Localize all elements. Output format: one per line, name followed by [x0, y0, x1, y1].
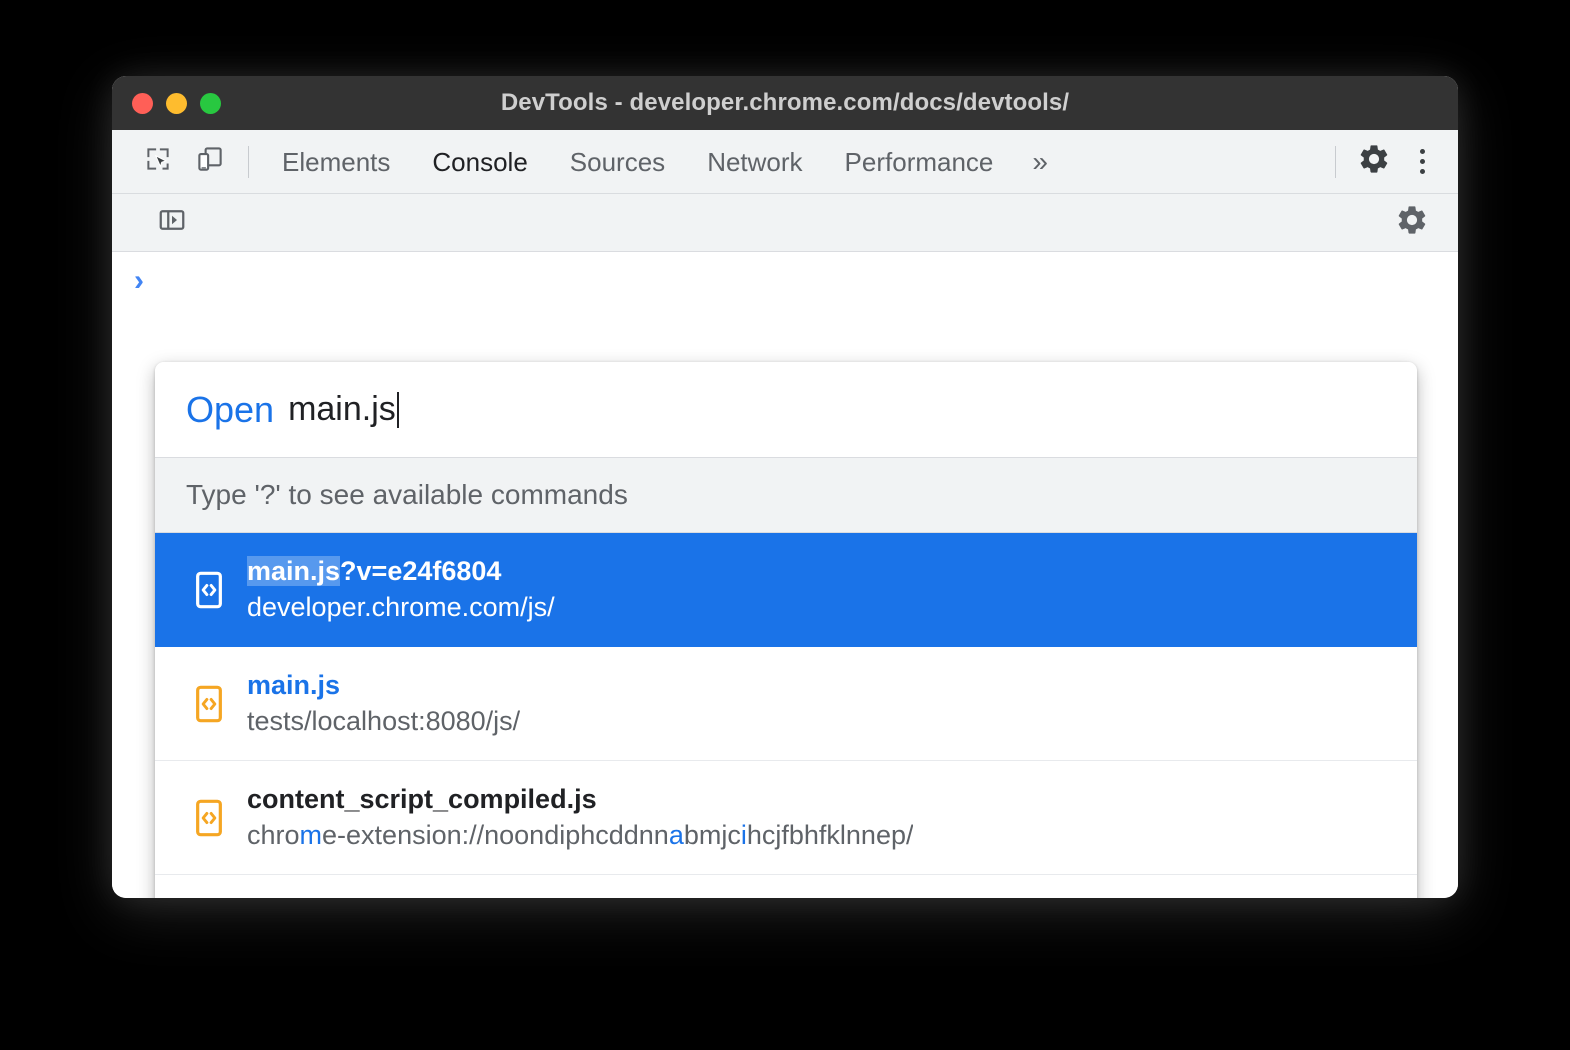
command-menu-results: main.js?v=e24f6804developer.chrome.com/j…: [155, 533, 1417, 898]
console-toolbar-left: [112, 197, 198, 249]
minimize-button[interactable]: [166, 93, 187, 114]
console-sidebar-toggle-button[interactable]: [146, 197, 198, 249]
gear-icon: [1395, 203, 1429, 242]
result-text-block: content_script_compiled.jschrome-extensi…: [247, 783, 913, 853]
devtools-window: DevTools - developer.chrome.com/docs/dev…: [112, 76, 1458, 898]
tab-elements[interactable]: Elements: [261, 130, 411, 194]
inspect-element-button[interactable]: [132, 136, 184, 188]
match-highlight: m: [300, 820, 323, 850]
inspect-element-icon: [143, 144, 173, 179]
console-sidebar-toggle-icon: [157, 205, 187, 240]
maximize-button[interactable]: [200, 93, 221, 114]
result-title: main.js?v=e24f6804: [247, 555, 555, 589]
window-titlebar: DevTools - developer.chrome.com/docs/dev…: [112, 76, 1458, 130]
tab-sources[interactable]: Sources: [549, 130, 686, 194]
result-text-block: main.jstests/localhost:8080/js/: [247, 669, 520, 739]
close-button[interactable]: [132, 93, 153, 114]
more-options-icon-dot2: [1420, 159, 1425, 164]
more-options-button[interactable]: [1400, 140, 1444, 184]
more-options-icon-dot3: [1420, 169, 1425, 174]
gear-icon: [1357, 142, 1391, 181]
command-menu-dialog: Open main.js Type '?' to see available c…: [155, 362, 1417, 898]
tab-performance[interactable]: Performance: [824, 130, 1015, 194]
command-menu-prefix: Open: [186, 389, 274, 431]
more-tabs-button[interactable]: »: [1014, 146, 1066, 178]
tabbar-right-actions: [1323, 130, 1458, 194]
console-toolbar-right: [1366, 197, 1458, 249]
devtools-settings-button[interactable]: [1348, 136, 1400, 188]
js-file-icon: [187, 684, 231, 724]
command-menu-query[interactable]: main.js: [288, 390, 396, 429]
command-menu-input-row[interactable]: Open main.js: [155, 362, 1417, 457]
match-highlight: main.js: [247, 556, 340, 586]
console-toolbar: [112, 194, 1458, 252]
screen: DevTools - developer.chrome.com/docs/dev…: [0, 0, 1570, 1050]
devtools-tabbar: Elements Console Sources Network Perform…: [112, 130, 1458, 194]
js-file-icon: [187, 570, 231, 610]
text-cursor: [397, 392, 399, 428]
match-highlight: a: [669, 820, 684, 850]
toolbar-divider: [248, 146, 249, 178]
result-subtitle: tests/localhost:8080/js/: [247, 705, 520, 739]
console-body[interactable]: › Open main.js Type '?' to see available…: [112, 252, 1458, 898]
result-title: main.js: [247, 669, 520, 703]
command-menu-hint: Type '?' to see available commands: [155, 457, 1417, 533]
result-title: content_script_compiled.js: [247, 783, 913, 817]
command-menu-result-row[interactable]: content_script_compiled.jschrome-extensi…: [155, 761, 1417, 875]
traffic-lights: [132, 76, 221, 130]
js-file-icon: [187, 798, 231, 838]
window-title: DevTools - developer.chrome.com/docs/dev…: [112, 89, 1458, 117]
command-menu-result-row[interactable]: ga-audiences?t=sr&aip=1&_r=4&slf_rd=1&v=…: [155, 875, 1417, 898]
tab-console[interactable]: Console: [411, 130, 548, 194]
result-title: ga-audiences?t=sr&aip=1&_r=4&slf_rd=1&v=…: [247, 897, 1289, 898]
result-text-block: ga-audiences?t=sr&aip=1&_r=4&slf_rd=1&v=…: [247, 897, 1289, 898]
result-subtitle: chrome-extension://noondiphcddnnabmjcihc…: [247, 819, 913, 853]
device-toolbar-button[interactable]: [184, 136, 236, 188]
console-settings-button[interactable]: [1386, 197, 1438, 249]
result-subtitle: developer.chrome.com/js/: [247, 591, 555, 625]
console-prompt-row[interactable]: ›: [112, 252, 1458, 296]
match-highlight: i: [741, 820, 747, 850]
command-menu-result-row[interactable]: main.jstests/localhost:8080/js/: [155, 647, 1417, 761]
tab-network[interactable]: Network: [686, 130, 823, 194]
result-text-block: main.js?v=e24f6804developer.chrome.com/j…: [247, 555, 555, 625]
device-toolbar-icon: [195, 144, 225, 179]
console-prompt-caret: ›: [134, 266, 144, 296]
command-menu-result-row[interactable]: main.js?v=e24f6804developer.chrome.com/j…: [155, 533, 1417, 647]
more-options-icon: [1420, 149, 1425, 154]
toolbar-divider-right: [1335, 146, 1336, 178]
